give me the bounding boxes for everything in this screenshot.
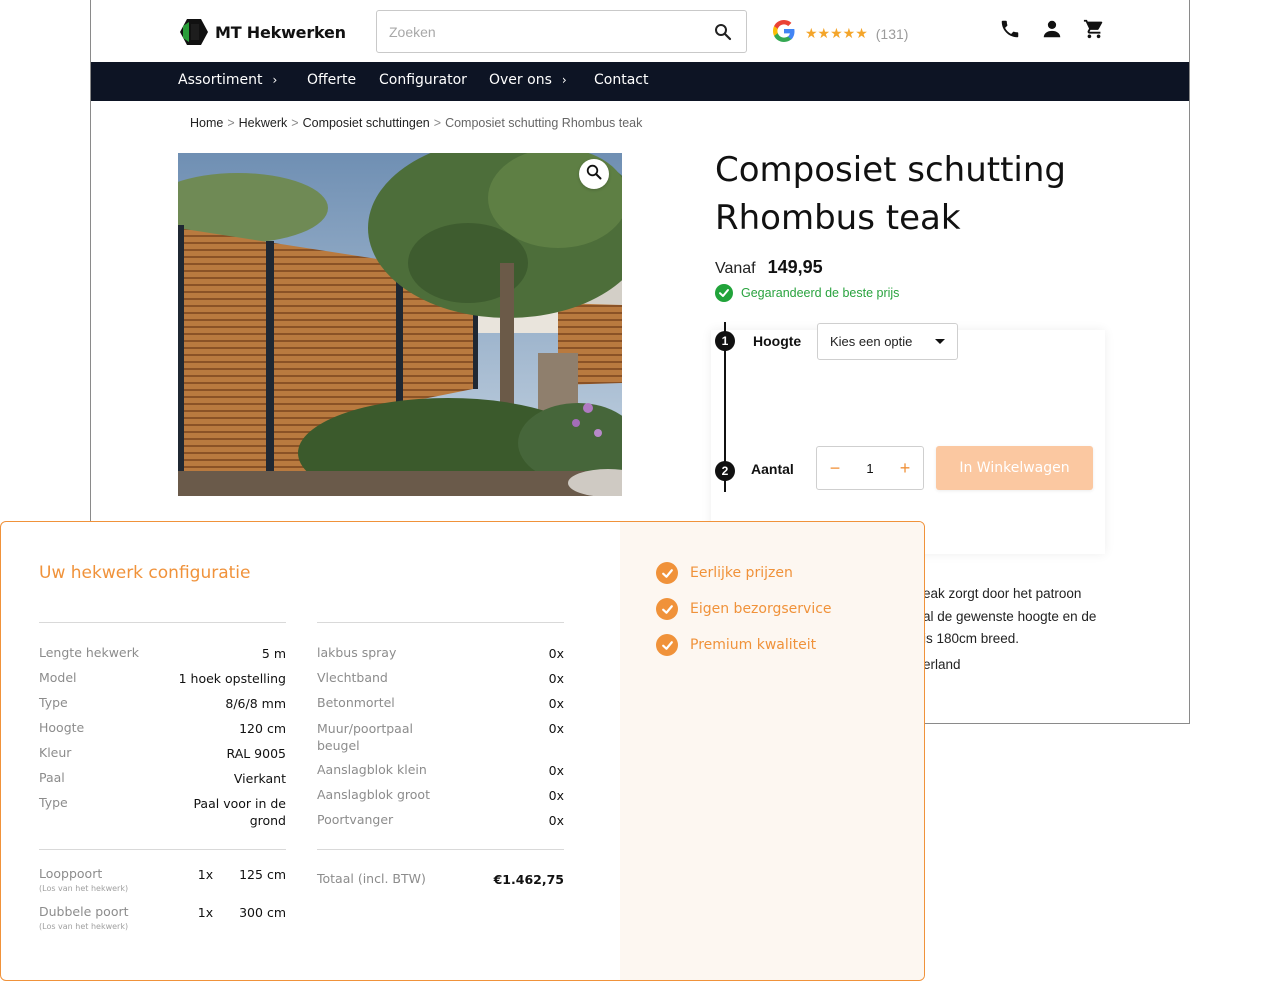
breadcrumb-composiet-schuttingen[interactable]: Composiet schuttingen bbox=[303, 116, 430, 130]
zoom-icon bbox=[586, 164, 602, 185]
config-row-lengte: Lengte hekwerk 5 m bbox=[39, 645, 286, 661]
divider bbox=[39, 849, 286, 850]
total-value: €1.462,75 bbox=[493, 872, 564, 887]
check-circle-icon bbox=[656, 562, 678, 584]
zoom-button[interactable] bbox=[579, 159, 609, 189]
quantity-decrease-button[interactable]: − bbox=[827, 458, 843, 479]
header-actions bbox=[999, 18, 1105, 40]
nav-offerte[interactable]: Offerte bbox=[307, 72, 356, 88]
gate-sub-looppoort: (Los van het hekwerk) bbox=[39, 884, 129, 893]
benefit-eigen-bezorgservice: Eigen bezorgservice bbox=[656, 598, 832, 620]
add-to-cart-button[interactable]: In Winkelwagen bbox=[936, 446, 1093, 490]
extra-row-muur-poortpaal-beugel: Muur/poortpaal beugel 0x bbox=[317, 721, 564, 753]
total-row: Totaal (incl. BTW) €1.462,75 bbox=[317, 871, 564, 888]
benefit-eerlijke-prijzen: Eerlijke prijzen bbox=[656, 562, 793, 584]
price-row: Vanaf 149,95 bbox=[715, 257, 823, 278]
divider bbox=[39, 622, 286, 623]
benefits-panel bbox=[620, 522, 924, 980]
brand-name: MT Hekwerken bbox=[215, 22, 346, 42]
quantity-stepper[interactable]: − 1 + bbox=[816, 446, 924, 490]
price-label: Vanaf bbox=[715, 260, 756, 277]
search-icon[interactable] bbox=[714, 23, 732, 41]
nav-contact[interactable]: Contact bbox=[594, 72, 648, 88]
gate-row-dubbele-poort: Dubbele poort 1x 300 cm bbox=[39, 904, 286, 920]
nav-configurator[interactable]: Configurator bbox=[379, 72, 467, 88]
check-circle-icon bbox=[656, 598, 678, 620]
google-reviews[interactable]: ★★★★★ (131) bbox=[771, 18, 908, 49]
extra-row-vlechtband: Vlechtband 0x bbox=[317, 670, 564, 686]
user-icon[interactable] bbox=[1041, 18, 1063, 40]
config-row-type: Type 8/6/8 mm bbox=[39, 695, 286, 711]
chevron-right-icon: › bbox=[561, 73, 567, 87]
divider bbox=[317, 622, 564, 623]
product-description-extra: erland bbox=[923, 657, 961, 672]
guarantee-text: Gegarandeerd de beste prijs bbox=[741, 286, 900, 300]
height-select[interactable]: Kies een optie bbox=[817, 323, 958, 360]
total-label: Totaal (incl. BTW) bbox=[317, 871, 426, 886]
extra-row-poortvanger: Poortvanger 0x bbox=[317, 812, 564, 828]
gate-row-looppoort: Looppoort 1x 125 cm bbox=[39, 866, 286, 882]
chevron-right-icon: › bbox=[272, 73, 278, 87]
extra-row-betonmortel: Betonmortel 0x bbox=[317, 695, 564, 711]
site-header: MT Hekwerken ★★★★★ (131) bbox=[91, 0, 1189, 62]
nav-assortiment[interactable]: Assortiment › bbox=[178, 72, 277, 88]
product-title: Composiet schutting Rhombus teak bbox=[715, 150, 1067, 238]
step-1-number: 1 bbox=[715, 331, 735, 351]
caret-down-icon bbox=[935, 339, 945, 344]
logo-mark-icon bbox=[179, 18, 209, 46]
product-image[interactable] bbox=[178, 153, 622, 496]
best-price-guarantee: Gegarandeerd de beste prijs bbox=[715, 284, 899, 302]
config-row-kleur: Kleur RAL 9005 bbox=[39, 745, 286, 761]
benefit-premium-kwaliteit: Premium kwaliteit bbox=[656, 634, 816, 656]
check-circle-icon bbox=[656, 634, 678, 656]
configuration-summary-card: Uw hekwerk configuratie Lengte hekwerk 5… bbox=[0, 521, 925, 981]
site-logo[interactable]: MT Hekwerken bbox=[179, 18, 346, 46]
step-2-label: Aantal bbox=[751, 461, 794, 477]
step-2-number: 2 bbox=[715, 461, 735, 481]
config-row-paal: Paal Vierkant bbox=[39, 770, 286, 786]
config-row-model: Model 1 hoek opstelling bbox=[39, 670, 286, 686]
nav-over-ons[interactable]: Over ons › bbox=[489, 72, 567, 88]
step-1-label: Hoogte bbox=[753, 333, 802, 349]
breadcrumb-current: Composiet schutting Rhombus teak bbox=[445, 116, 643, 130]
configuration-title: Uw hekwerk configuratie bbox=[39, 563, 251, 583]
breadcrumb-hekwerk[interactable]: Hekwerk bbox=[239, 116, 288, 130]
extra-row-lakbus: lakbus spray 0x bbox=[317, 645, 564, 661]
config-row-paal-type: Type Paal voor in de grond bbox=[39, 795, 286, 828]
cart-icon[interactable] bbox=[1083, 18, 1105, 40]
phone-icon[interactable] bbox=[999, 18, 1021, 40]
gate-sub-dubbele-poort: (Los van het hekwerk) bbox=[39, 922, 129, 931]
google-logo-icon bbox=[771, 18, 797, 49]
main-navigation: Assortiment › Offerte Configurator Over … bbox=[91, 62, 1189, 101]
extra-row-aanslagblok-groot: Aanslagblok groot 0x bbox=[317, 787, 564, 803]
product-description: eak zorgt door het patroon al de gewenst… bbox=[923, 586, 1097, 646]
quantity-value[interactable]: 1 bbox=[866, 461, 873, 476]
extra-row-aanslagblok-klein: Aanslagblok klein 0x bbox=[317, 762, 564, 778]
breadcrumb: Home > Hekwerk > Composiet schuttingen > Compo… bbox=[190, 116, 643, 130]
review-count: (131) bbox=[875, 25, 909, 42]
search-input[interactable] bbox=[389, 21, 689, 43]
config-row-hoogte: Hoogte 120 cm bbox=[39, 720, 286, 736]
check-circle-icon bbox=[715, 284, 733, 302]
price-value: 149,95 bbox=[767, 257, 823, 277]
search-box[interactable] bbox=[376, 10, 747, 53]
breadcrumb-home[interactable]: Home bbox=[190, 116, 223, 130]
divider bbox=[317, 849, 564, 850]
quantity-increase-button[interactable]: + bbox=[897, 458, 913, 479]
rating-stars: ★★★★★ bbox=[805, 25, 868, 41]
